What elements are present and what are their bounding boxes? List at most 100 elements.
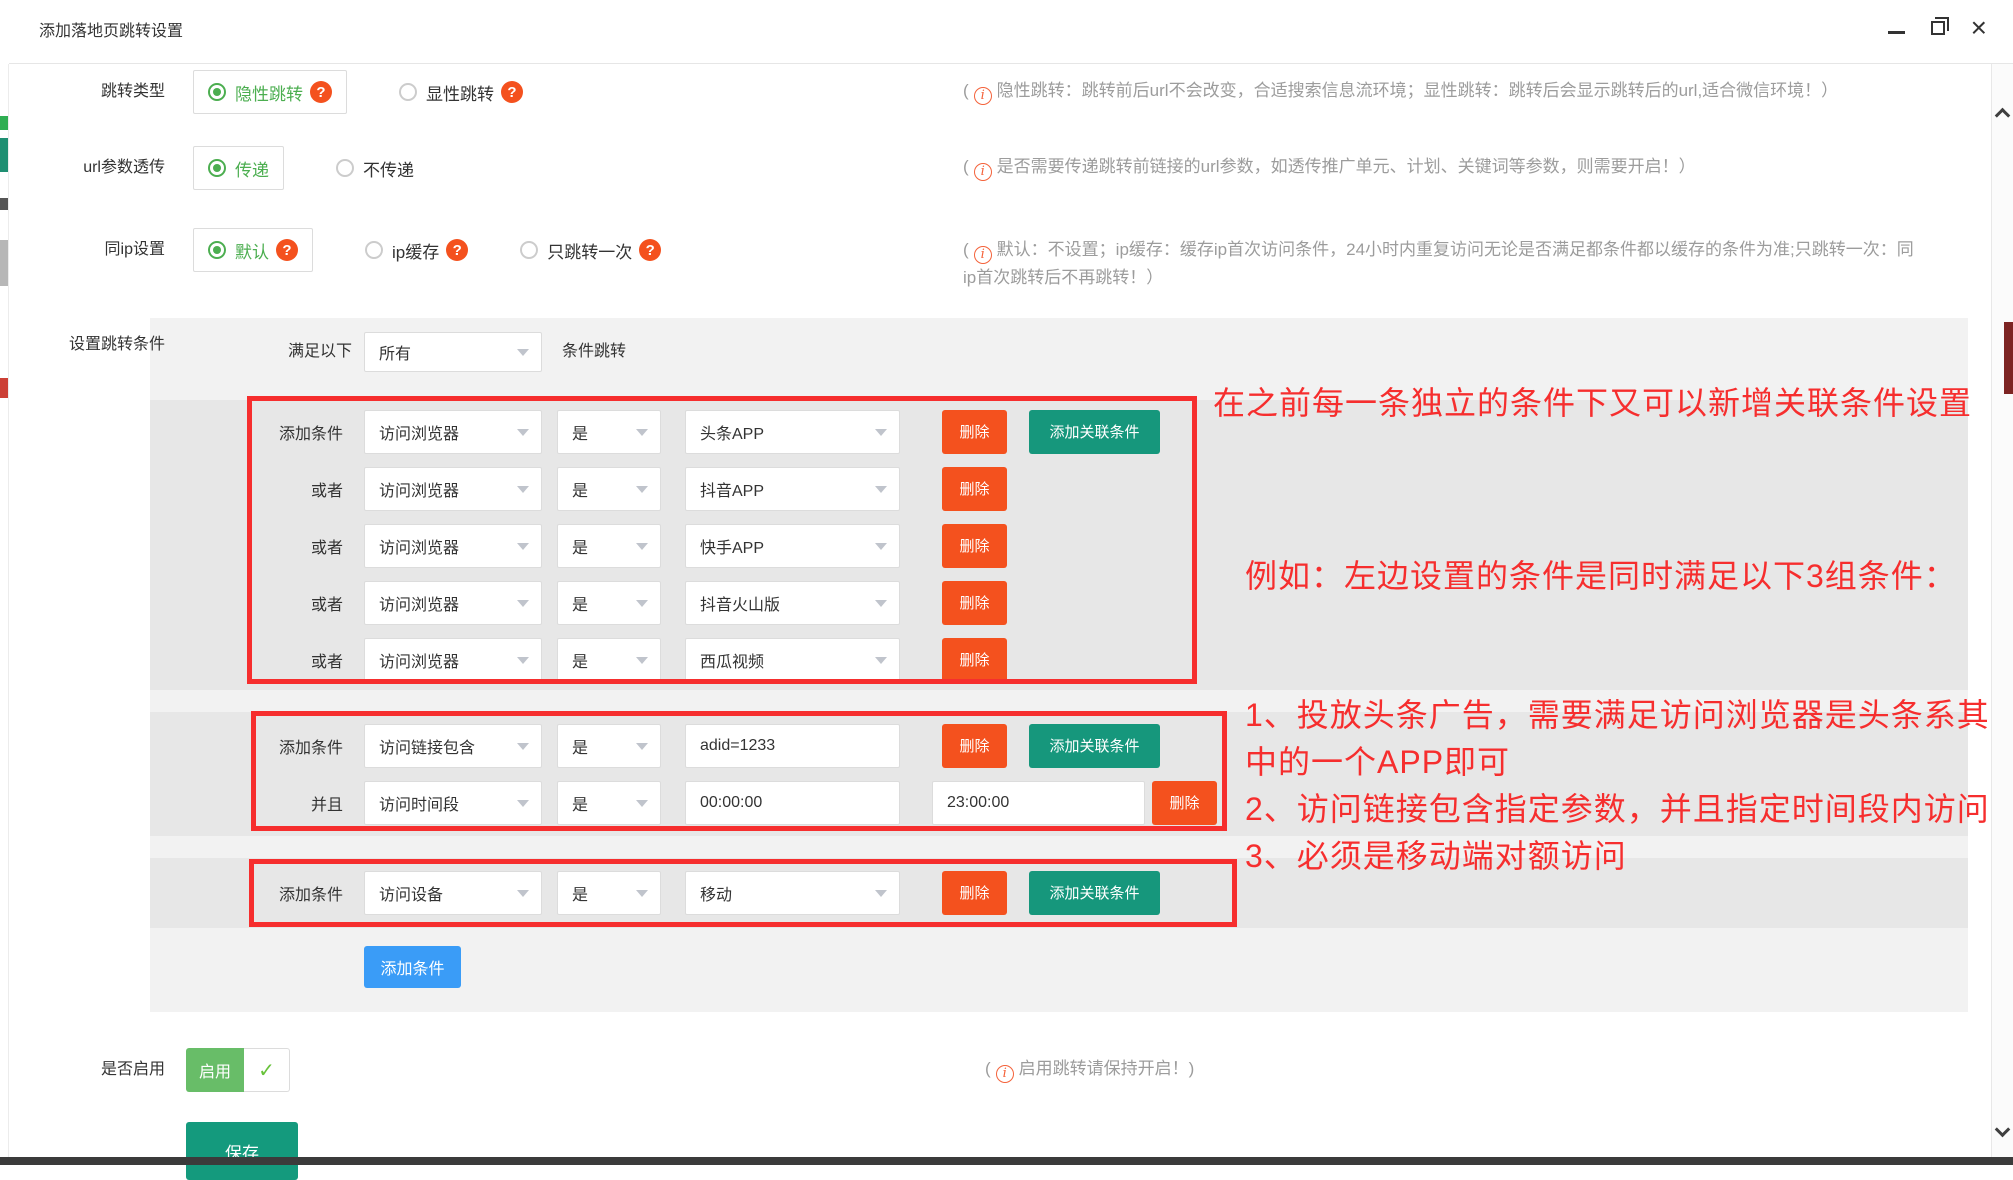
- radio-label: 显性跳转: [426, 80, 494, 105]
- vertical-scrollbar[interactable]: [1991, 64, 2013, 1165]
- condition-operator-dropdown[interactable]: 是: [557, 871, 661, 915]
- enable-toggle[interactable]: 启用 ✓: [186, 1048, 290, 1092]
- condition-value-dropdown[interactable]: 移动: [685, 871, 900, 915]
- help-icon[interactable]: ?: [501, 81, 523, 103]
- condition-value-dropdown[interactable]: 抖音火山版: [685, 581, 900, 625]
- help-icon[interactable]: ?: [276, 239, 298, 261]
- match-mode-dropdown[interactable]: 所有: [364, 332, 542, 372]
- condition-prefix: 或者: [150, 477, 343, 501]
- save-button[interactable]: 保存: [186, 1122, 298, 1180]
- dropdown-value: 移动: [700, 881, 732, 905]
- dropdown-value: 头条APP: [700, 420, 764, 444]
- condition-operator-dropdown[interactable]: 是: [557, 724, 661, 768]
- url-passthrough-label: url参数透传: [9, 146, 165, 190]
- condition-field-dropdown[interactable]: 访问链接包含: [364, 724, 542, 768]
- background-fragment: [0, 116, 8, 130]
- delete-button[interactable]: 删除: [942, 581, 1007, 625]
- delete-button[interactable]: 删除: [1152, 781, 1217, 825]
- radio-explicit-jump[interactable]: 显性跳转 ?: [399, 80, 523, 105]
- scroll-up-icon[interactable]: [1995, 108, 2011, 124]
- condition-row: 或者 访问浏览器 是 抖音APP 删除: [150, 460, 1968, 517]
- radio-ip-cache[interactable]: ip缓存 ?: [365, 238, 468, 263]
- help-icon[interactable]: ?: [639, 239, 661, 261]
- chevron-down-icon: [517, 743, 529, 750]
- hint-text: 是否需要传递跳转前链接的url参数，如透传推广单元、计划、关键词等参数，则需要开…: [997, 157, 1696, 176]
- condition-value-dropdown[interactable]: 西瓜视频: [685, 638, 900, 682]
- radio-pass[interactable]: 传递: [193, 146, 284, 190]
- condition-operator-dropdown[interactable]: 是: [557, 467, 661, 511]
- help-icon[interactable]: ?: [310, 81, 332, 103]
- condition-field-dropdown[interactable]: 访问浏览器: [364, 638, 542, 682]
- add-related-condition-button[interactable]: 添加关联条件: [1029, 410, 1160, 454]
- radio-selected-icon: [208, 241, 226, 259]
- radio-selected-icon: [208, 159, 226, 177]
- dropdown-value: 访问浏览器: [379, 648, 459, 672]
- chevron-down-icon: [636, 657, 648, 664]
- condition-field-dropdown[interactable]: 访问设备: [364, 871, 542, 915]
- background-fragment: [0, 240, 8, 286]
- minimize-icon[interactable]: [1888, 31, 1905, 34]
- radio-no-pass[interactable]: 不传递: [336, 156, 414, 181]
- condition-operator-dropdown[interactable]: 是: [557, 638, 661, 682]
- dropdown-value: 访问浏览器: [379, 420, 459, 444]
- add-related-condition-button[interactable]: 添加关联条件: [1029, 871, 1160, 915]
- scroll-down-icon[interactable]: [1995, 1122, 2011, 1138]
- time-from-input[interactable]: 00:00:00: [685, 781, 900, 825]
- add-condition-button[interactable]: 添加条件: [364, 946, 461, 988]
- condition-field-dropdown[interactable]: 访问浏览器: [364, 467, 542, 511]
- dropdown-value: 访问浏览器: [379, 591, 459, 615]
- condition-operator-dropdown[interactable]: 是: [557, 410, 661, 454]
- dropdown-value: 西瓜视频: [700, 648, 764, 672]
- condition-operator-dropdown[interactable]: 是: [557, 781, 661, 825]
- paren: (: [963, 240, 969, 259]
- enable-check-icon[interactable]: ✓: [244, 1048, 290, 1092]
- condition-value-dropdown[interactable]: 头条APP: [685, 410, 900, 454]
- dropdown-value: 抖音火山版: [700, 591, 780, 615]
- enable-on-button[interactable]: 启用: [186, 1048, 244, 1092]
- jump-type-label: 跳转类型: [9, 70, 165, 114]
- delete-button[interactable]: 删除: [942, 410, 1007, 454]
- condition-operator-dropdown[interactable]: 是: [557, 524, 661, 568]
- annotation-list-item: 3、必须是移动端对额访问: [1245, 833, 1995, 880]
- dropdown-value: 是: [572, 477, 588, 501]
- delete-button[interactable]: 删除: [942, 524, 1007, 568]
- chevron-down-icon: [636, 543, 648, 550]
- delete-button[interactable]: 删除: [942, 871, 1007, 915]
- match-mode-row: 满足以下 所有 条件跳转: [150, 332, 1968, 372]
- radio-unselected-icon: [336, 159, 354, 177]
- condition-value-dropdown[interactable]: 抖音APP: [685, 467, 900, 511]
- condition-group-1: 添加条件 访问浏览器 是 头条APP 删除 添加关联条件 或者 访问浏览器 是 …: [150, 400, 1968, 690]
- radio-unselected-icon: [520, 241, 538, 259]
- help-icon[interactable]: ?: [446, 239, 468, 261]
- close-icon[interactable]: ×: [1971, 18, 1987, 38]
- radio-jump-once[interactable]: 只跳转一次 ?: [520, 238, 661, 263]
- chevron-down-icon: [636, 743, 648, 750]
- radio-implicit-jump[interactable]: 隐性跳转 ?: [193, 70, 347, 114]
- delete-button[interactable]: 删除: [942, 638, 1007, 682]
- condition-operator-dropdown[interactable]: 是: [557, 581, 661, 625]
- condition-field-dropdown[interactable]: 访问浏览器: [364, 581, 542, 625]
- input-value: 00:00:00: [700, 794, 762, 812]
- chevron-down-icon: [517, 890, 529, 897]
- condition-field-dropdown[interactable]: 访问浏览器: [364, 410, 542, 454]
- condition-field-dropdown[interactable]: 访问浏览器: [364, 524, 542, 568]
- dropdown-value: 访问时间段: [379, 791, 459, 815]
- condition-value-input[interactable]: adid=1233: [685, 724, 900, 768]
- chevron-down-icon: [875, 429, 887, 436]
- condition-prefix: 添加条件: [150, 420, 343, 444]
- url-passthrough-radio-group: 传递 不传递: [193, 146, 466, 190]
- condition-field-dropdown[interactable]: 访问时间段: [364, 781, 542, 825]
- delete-button[interactable]: 删除: [942, 724, 1007, 768]
- input-value: 23:00:00: [947, 794, 1009, 812]
- background-fragment: [0, 198, 8, 210]
- radio-default[interactable]: 默认 ?: [193, 228, 313, 272]
- time-to-input[interactable]: 23:00:00: [932, 781, 1145, 825]
- delete-button[interactable]: 删除: [942, 467, 1007, 511]
- condition-value-dropdown[interactable]: 快手APP: [685, 524, 900, 568]
- radio-label: 只跳转一次: [547, 238, 632, 263]
- add-related-condition-button[interactable]: 添加关联条件: [1029, 724, 1160, 768]
- chevron-down-icon: [636, 429, 648, 436]
- radio-label: ip缓存: [392, 238, 439, 263]
- maximize-restore-icon[interactable]: [1931, 21, 1945, 35]
- chevron-down-icon: [517, 429, 529, 436]
